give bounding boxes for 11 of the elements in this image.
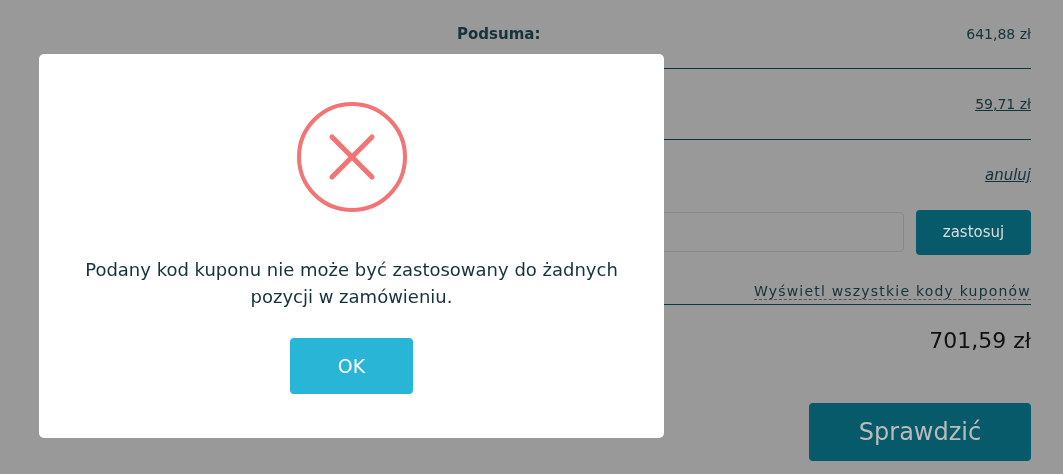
ok-button[interactable]: OK [290,338,413,394]
subtotal-value: 641,88 zł [966,26,1031,42]
checkout-button[interactable]: Sprawdzić [809,403,1031,461]
show-coupons-link[interactable]: Wyświetl wszystkie kody kuponów [753,283,1031,300]
apply-button[interactable]: zastosuj [916,209,1031,255]
shipping-value-link[interactable]: 59,71 zł [975,96,1031,112]
total-value: 701,59 zł [929,327,1031,353]
dialog-message: Podany kod kuponu nie może być zastosowany do żadnych pozycji w zamówieniu. [84,258,619,309]
cancel-link[interactable]: anuluj [984,166,1031,184]
error-icon [295,101,408,213]
subtotal-label: Podsuma: [457,25,541,43]
